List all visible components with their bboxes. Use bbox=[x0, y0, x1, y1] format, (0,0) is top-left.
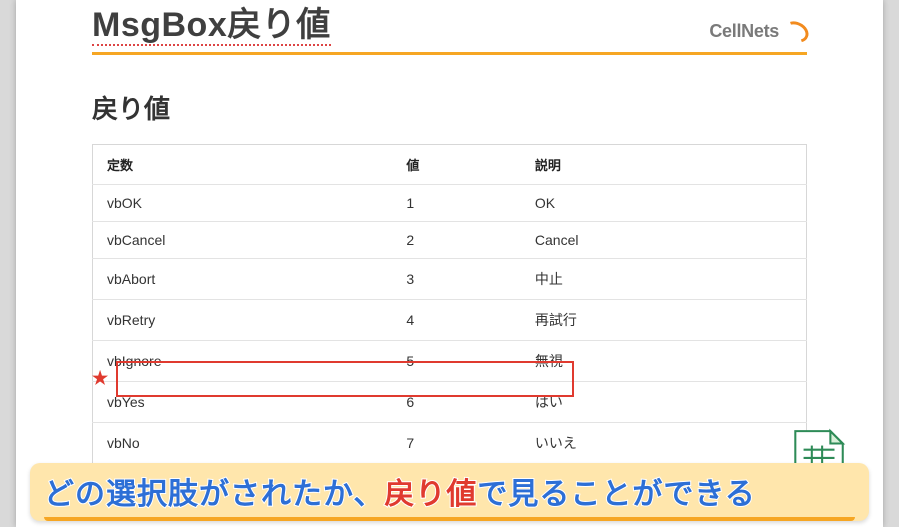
page-title: MsgBox戻り値 bbox=[92, 8, 331, 46]
cell-const: vbYes bbox=[93, 381, 393, 422]
caption-part2: 戻り値 bbox=[384, 478, 477, 511]
col-header-const: 定数 bbox=[93, 144, 393, 184]
cell-const: vbRetry bbox=[93, 299, 393, 340]
star-icon: ★ bbox=[92, 368, 108, 389]
table-row: vbAbort 3 中止 bbox=[93, 258, 807, 299]
cell-desc: いいえ bbox=[521, 422, 807, 463]
cell-const: vbAbort bbox=[93, 258, 393, 299]
caption-part3: で見ることができる bbox=[477, 478, 755, 511]
cell-value: 5 bbox=[392, 340, 521, 381]
cell-const: vbNo bbox=[93, 422, 393, 463]
caption-bar: どの選択肢がされたか、戻り値で見ることができる bbox=[30, 463, 869, 521]
cell-value: 6 bbox=[392, 381, 521, 422]
col-header-desc: 説明 bbox=[521, 144, 807, 184]
cell-const: vbCancel bbox=[93, 221, 393, 258]
table-row-highlighted: vbYes 6 はい bbox=[93, 381, 807, 422]
cell-value: 7 bbox=[392, 422, 521, 463]
cell-value: 4 bbox=[392, 299, 521, 340]
content-area: MsgBox戻り値 CellNets 戻り値 定数 値 説明 vbOK 1 OK bbox=[16, 0, 883, 464]
swoosh-icon bbox=[781, 20, 807, 42]
cell-desc: 中止 bbox=[521, 258, 807, 299]
table-row: vbOK 1 OK bbox=[93, 184, 807, 221]
cell-value: 2 bbox=[392, 221, 521, 258]
cell-desc: Cancel bbox=[521, 221, 807, 258]
title-row: MsgBox戻り値 CellNets bbox=[92, 8, 807, 46]
brand-name: CellNets bbox=[709, 21, 779, 42]
table-row: vbRetry 4 再試行 bbox=[93, 299, 807, 340]
section-heading: 戻り値 bbox=[92, 89, 807, 126]
slide-page: MsgBox戻り値 CellNets 戻り値 定数 値 説明 vbOK 1 OK bbox=[16, 0, 883, 527]
table-row: vbIgnore 5 無視 bbox=[93, 340, 807, 381]
cell-desc: 再試行 bbox=[521, 299, 807, 340]
col-header-value: 値 bbox=[392, 144, 521, 184]
cell-desc: 無視 bbox=[521, 340, 807, 381]
table-header-row: 定数 値 説明 bbox=[93, 144, 807, 184]
cell-value: 1 bbox=[392, 184, 521, 221]
table-row: vbCancel 2 Cancel bbox=[93, 221, 807, 258]
cell-const: vbIgnore bbox=[93, 340, 393, 381]
caption-part1: どの選択肢がされたか、 bbox=[44, 478, 384, 511]
cell-desc: OK bbox=[521, 184, 807, 221]
title-underline bbox=[92, 52, 807, 55]
table-row: vbNo 7 いいえ bbox=[93, 422, 807, 463]
caption-underline bbox=[44, 517, 855, 521]
table-body: vbOK 1 OK vbCancel 2 Cancel vbAbort 3 中止… bbox=[93, 184, 807, 463]
cell-desc: はい bbox=[521, 381, 807, 422]
return-values-table: 定数 値 説明 vbOK 1 OK vbCancel 2 Cancel vbAb… bbox=[92, 144, 807, 464]
brand-logo: CellNets bbox=[709, 20, 807, 46]
caption-text: どの選択肢がされたか、戻り値で見ることができる bbox=[44, 469, 855, 513]
cell-value: 3 bbox=[392, 258, 521, 299]
cell-const: vbOK bbox=[93, 184, 393, 221]
